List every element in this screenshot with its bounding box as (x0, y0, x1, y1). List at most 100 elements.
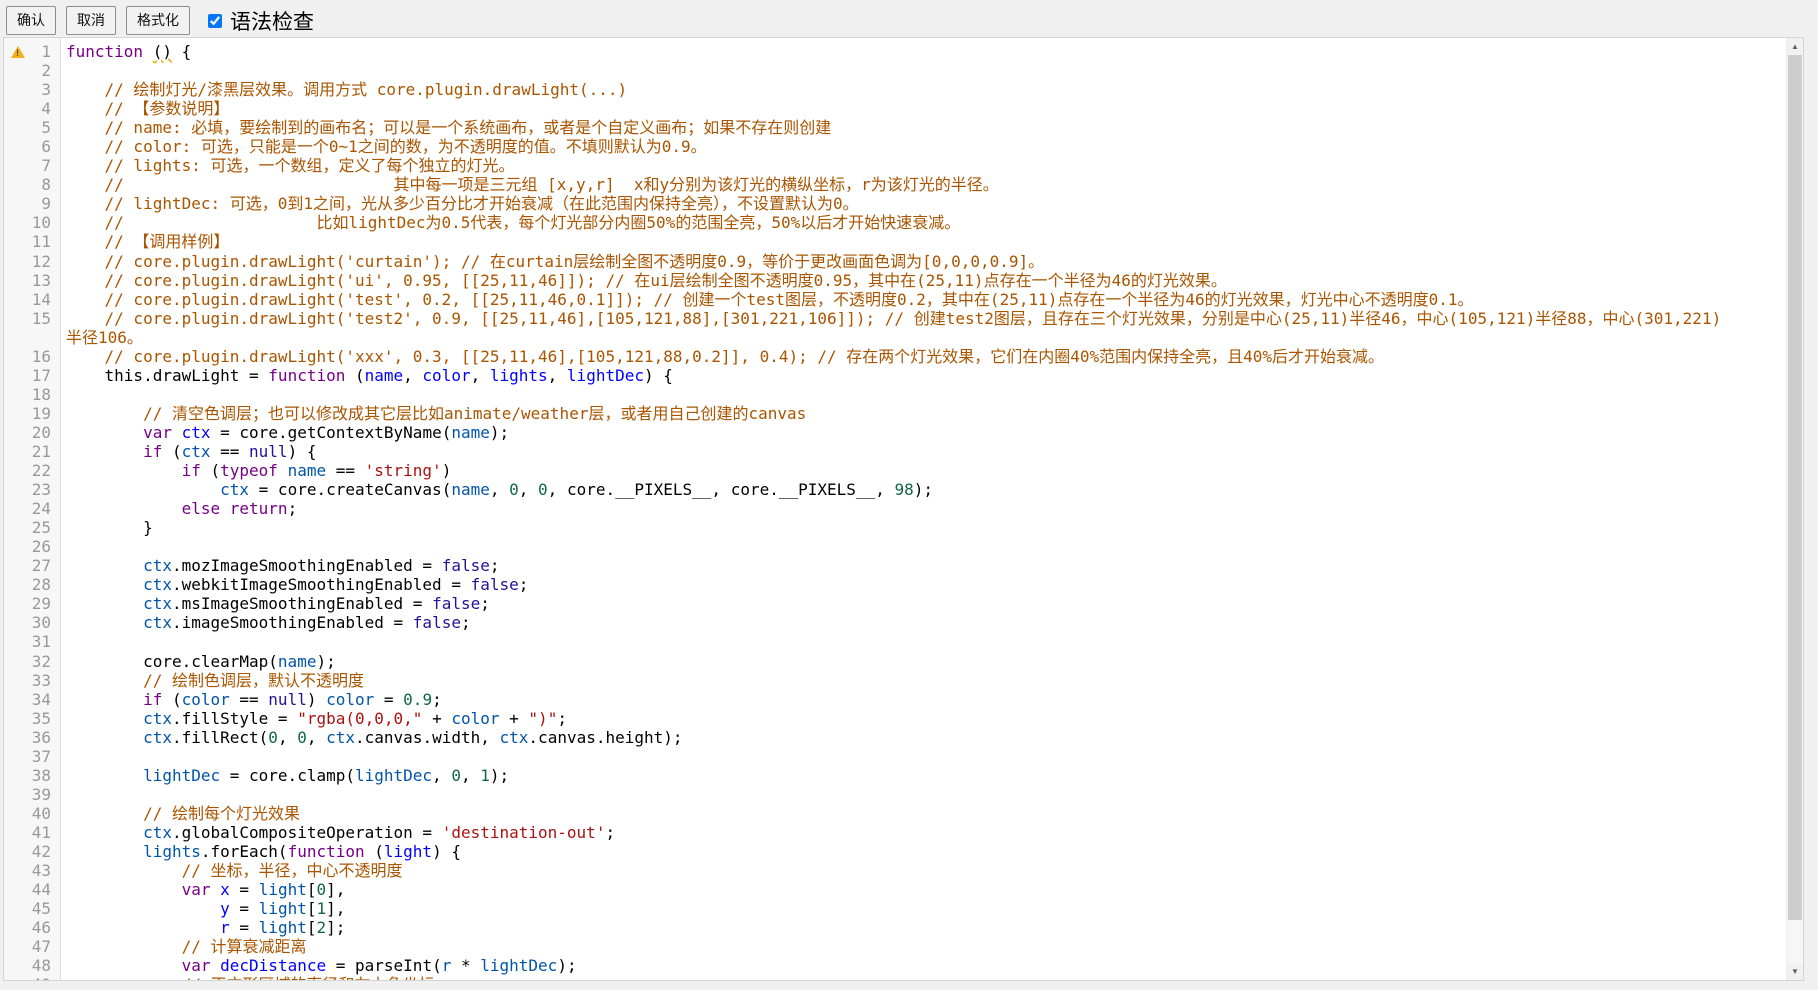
code-line-text: // core.plugin.drawLight('xxx', 0.3, [[2… (60, 347, 1787, 366)
code-line[interactable]: 9 // lightDec: 可选，0到1之间，光从多少百分比才开始衰减（在此范… (4, 194, 1787, 213)
code-line-text: // 坐标，半径，中心不透明度 (60, 861, 1787, 880)
line-number: 13 (4, 271, 60, 290)
code-line[interactable]: 1function () { (4, 42, 1787, 61)
line-number: 10 (4, 213, 60, 232)
code-line-text: // 计算衰减距离 (60, 937, 1787, 956)
code-line[interactable]: 34 if (color == null) color = 0.9; (4, 690, 1787, 709)
code-line[interactable]: 35 ctx.fillStyle = "rgba(0,0,0," + color… (4, 709, 1787, 728)
code-line[interactable]: 7 // lights: 可选，一个数组，定义了每个独立的灯光。 (4, 156, 1787, 175)
code-line-text: // name: 必填，要绘制到的画布名；可以是一个系统画布，或者是个自定义画布… (60, 118, 1787, 137)
code-line[interactable]: 4 // 【参数说明】 (4, 99, 1787, 118)
code-line[interactable]: 22 if (typeof name == 'string') (4, 461, 1787, 480)
code-line[interactable]: 42 lights.forEach(function (light) { (4, 842, 1787, 861)
code-line[interactable]: 47 // 计算衰减距离 (4, 937, 1787, 956)
code-line[interactable]: 39 (4, 785, 1787, 804)
code-line[interactable]: 8 // 其中每一项是三元组 [x,y,r] x和y分别为该灯光的横纵坐标，r为… (4, 175, 1787, 194)
line-number: 12 (4, 252, 60, 271)
code-line-text: // 【参数说明】 (60, 99, 1787, 118)
code-line-text: ctx.globalCompositeOperation = 'destinat… (60, 823, 1787, 842)
code-line-text: // 清空色调层；也可以修改成其它层比如animate/weather层，或者用… (60, 404, 1787, 423)
code-line[interactable]: 13 // core.plugin.drawLight('ui', 0.95, … (4, 271, 1787, 290)
warning-icon (11, 46, 25, 58)
code-line[interactable]: 33 // 绘制色调层，默认不透明度 (4, 671, 1787, 690)
code-line[interactable]: 11 // 【调用样例】 (4, 232, 1787, 251)
line-number: 5 (4, 118, 60, 137)
code-line-text: if (typeof name == 'string') (60, 461, 1787, 480)
code-line[interactable]: 49 // 正方形区域的直径和左上角坐标 (4, 975, 1787, 981)
line-number: 38 (4, 766, 60, 785)
code-line[interactable]: 23 ctx = core.createCanvas(name, 0, 0, c… (4, 480, 1787, 499)
code-line[interactable]: 3 // 绘制灯光/漆黑层效果。调用方式 core.plugin.drawLig… (4, 80, 1787, 99)
code-line[interactable]: 26 (4, 537, 1787, 556)
confirm-button[interactable]: 确认 (6, 6, 56, 35)
line-number: 16 (4, 347, 60, 366)
code-line-text: // 比如lightDec为0.5代表，每个灯光部分内圈50%的范围全亮，50%… (60, 213, 1787, 232)
line-number: 40 (4, 804, 60, 823)
code-line-text: // 绘制每个灯光效果 (60, 804, 1787, 823)
code-line[interactable]: 20 var ctx = core.getContextByName(name)… (4, 423, 1787, 442)
syntax-check-checkbox[interactable] (208, 14, 222, 28)
code-line[interactable]: 19 // 清空色调层；也可以修改成其它层比如animate/weather层，… (4, 404, 1787, 423)
code-line[interactable]: 38 lightDec = core.clamp(lightDec, 0, 1)… (4, 766, 1787, 785)
code-line[interactable]: 41 ctx.globalCompositeOperation = 'desti… (4, 823, 1787, 842)
code-line[interactable]: 10 // 比如lightDec为0.5代表，每个灯光部分内圈50%的范围全亮，… (4, 213, 1787, 232)
code-line[interactable]: 37 (4, 747, 1787, 766)
code-line[interactable]: 31 (4, 632, 1787, 651)
code-line[interactable]: 17 this.drawLight = function (name, colo… (4, 366, 1787, 385)
line-number: 48 (4, 956, 60, 975)
code-line[interactable]: 2 (4, 61, 1787, 80)
line-number: 45 (4, 899, 60, 918)
code-line[interactable]: 40 // 绘制每个灯光效果 (4, 804, 1787, 823)
code-line-text: // core.plugin.drawLight('ui', 0.95, [[2… (60, 271, 1787, 290)
code-line[interactable]: 24 else return; (4, 499, 1787, 518)
line-number: 11 (4, 232, 60, 251)
code-line-text: ctx.imageSmoothingEnabled = false; (60, 613, 1787, 632)
line-number: 25 (4, 518, 60, 537)
code-line[interactable]: 21 if (ctx == null) { (4, 442, 1787, 461)
vertical-scrollbar[interactable]: ▲ ▼ (1786, 38, 1803, 980)
code-line[interactable]: 30 ctx.imageSmoothingEnabled = false; (4, 613, 1787, 632)
line-number: 39 (4, 785, 60, 804)
line-number: 33 (4, 671, 60, 690)
code-line[interactable]: 45 y = light[1], (4, 899, 1787, 918)
code-lines[interactable]: 1function () {23 // 绘制灯光/漆黑层效果。调用方式 core… (4, 38, 1787, 981)
code-line[interactable]: 46 r = light[2]; (4, 918, 1787, 937)
code-line[interactable]: 29 ctx.msImageSmoothingEnabled = false; (4, 594, 1787, 613)
code-line[interactable]: 18 (4, 385, 1787, 404)
line-number: 18 (4, 385, 60, 404)
code-line[interactable]: 27 ctx.mozImageSmoothingEnabled = false; (4, 556, 1787, 575)
format-button[interactable]: 格式化 (126, 6, 190, 35)
code-line[interactable]: 6 // color: 可选，只能是一个0~1之间的数，为不透明度的值。不填则默… (4, 137, 1787, 156)
line-number: 6 (4, 137, 60, 156)
line-number: 35 (4, 709, 60, 728)
code-line[interactable]: 25 } (4, 518, 1787, 537)
cancel-button[interactable]: 取消 (66, 6, 116, 35)
scroll-up-icon[interactable]: ▲ (1787, 38, 1803, 55)
code-line-text: y = light[1], (60, 899, 1787, 918)
code-line-text: // core.plugin.drawLight('curtain'); // … (60, 252, 1787, 271)
line-number: 29 (4, 594, 60, 613)
code-line-text: lightDec = core.clamp(lightDec, 0, 1); (60, 766, 1787, 785)
syntax-check-label: 语法检查 (230, 6, 314, 36)
code-line[interactable]: 48 var decDistance = parseInt(r * lightD… (4, 956, 1787, 975)
line-number: 9 (4, 194, 60, 213)
scrollbar-thumb[interactable] (1788, 55, 1802, 920)
code-line[interactable]: 16 // core.plugin.drawLight('xxx', 0.3, … (4, 347, 1787, 366)
scroll-down-icon[interactable]: ▼ (1787, 963, 1803, 980)
code-line[interactable]: 15 // core.plugin.drawLight('test2', 0.9… (4, 309, 1787, 347)
code-line-text: var x = light[0], (60, 880, 1787, 899)
code-line[interactable]: 5 // name: 必填，要绘制到的画布名；可以是一个系统画布，或者是个自定义… (4, 118, 1787, 137)
code-line[interactable]: 14 // core.plugin.drawLight('test', 0.2,… (4, 290, 1787, 309)
code-line[interactable]: 12 // core.plugin.drawLight('curtain'); … (4, 252, 1787, 271)
syntax-check-toggle[interactable]: 语法检查 (208, 6, 314, 36)
code-line[interactable]: 36 ctx.fillRect(0, 0, ctx.canvas.width, … (4, 728, 1787, 747)
code-line-text: // 其中每一项是三元组 [x,y,r] x和y分别为该灯光的横纵坐标，r为该灯… (60, 175, 1787, 194)
line-number: 21 (4, 442, 60, 461)
code-line-text: } (60, 518, 1787, 537)
code-line[interactable]: 44 var x = light[0], (4, 880, 1787, 899)
code-line[interactable]: 28 ctx.webkitImageSmoothingEnabled = fal… (4, 575, 1787, 594)
code-editor[interactable]: 1function () {23 // 绘制灯光/漆黑层效果。调用方式 core… (3, 37, 1804, 981)
code-line[interactable]: 43 // 坐标，半径，中心不透明度 (4, 861, 1787, 880)
code-line-text: // 绘制色调层，默认不透明度 (60, 671, 1787, 690)
code-line[interactable]: 32 core.clearMap(name); (4, 652, 1787, 671)
